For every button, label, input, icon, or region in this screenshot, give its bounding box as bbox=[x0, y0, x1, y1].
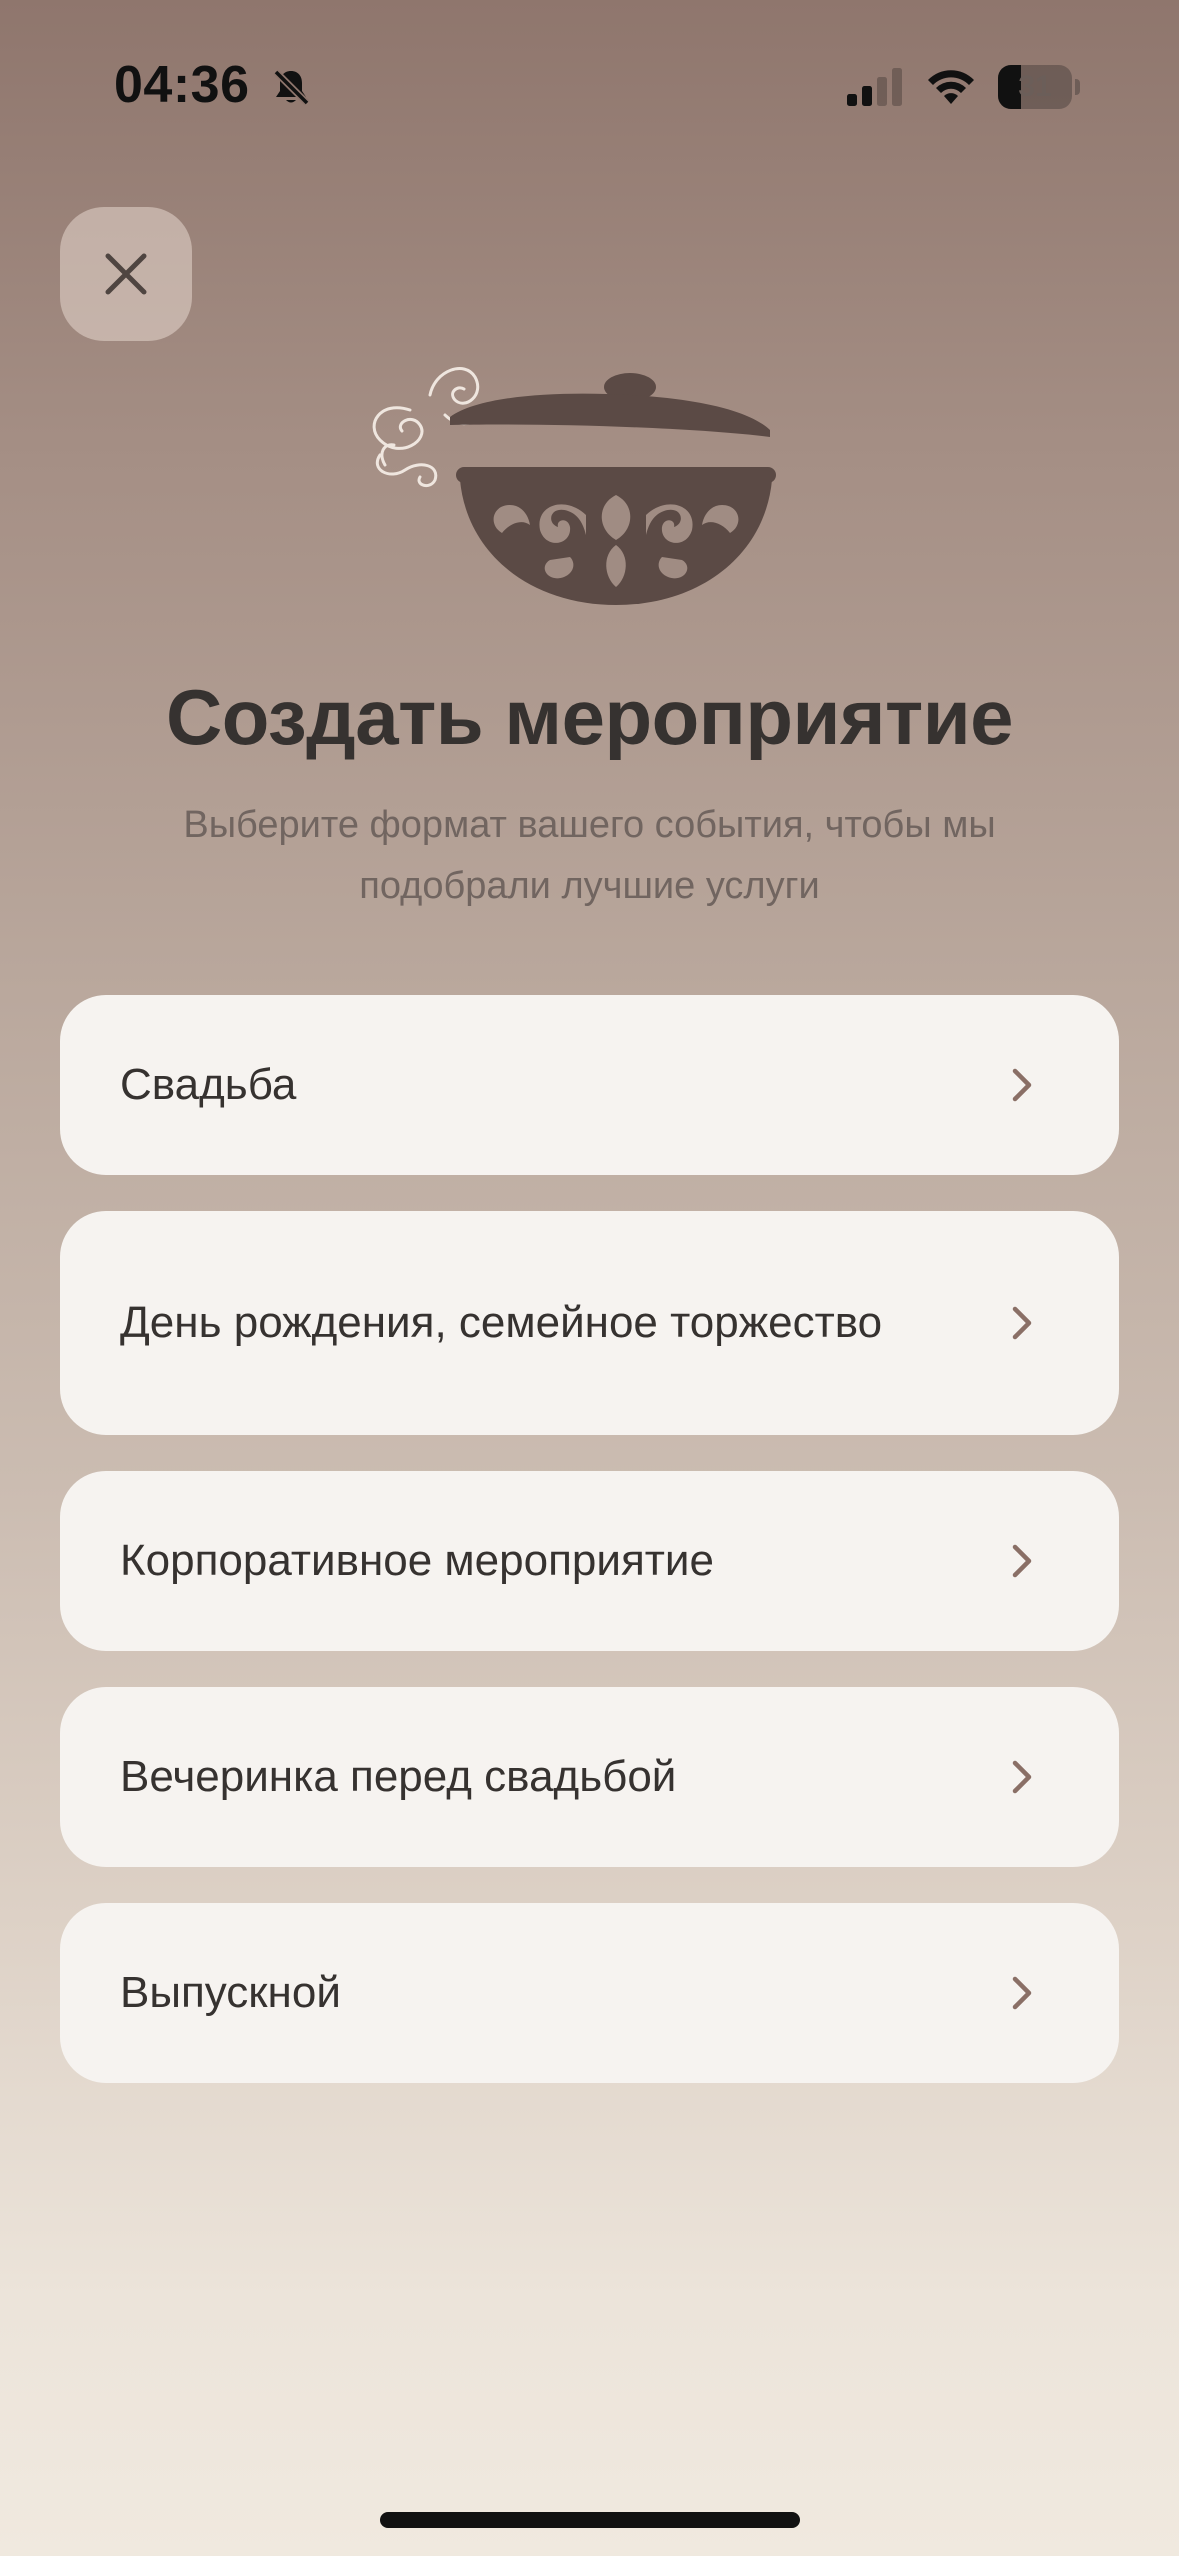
option-label: Свадьба bbox=[120, 1060, 297, 1109]
page-subtitle: Выберите формат вашего события, чтобы мы… bbox=[183, 804, 996, 907]
chevron-right-icon bbox=[1012, 1544, 1032, 1578]
option-bachelor-party[interactable]: Вечеринка перед свадьбой bbox=[60, 1687, 1119, 1867]
battery-tip bbox=[1075, 79, 1080, 95]
chevron-right-icon bbox=[1012, 1306, 1032, 1340]
chevron-right-icon bbox=[1012, 1760, 1032, 1794]
battery-icon: 31 bbox=[998, 65, 1082, 109]
cooking-pot-illustration bbox=[372, 367, 776, 605]
wifi-icon bbox=[928, 70, 974, 104]
battery-body: 31 bbox=[998, 65, 1072, 109]
event-type-list: Свадьба День рождения, семейное торжеств… bbox=[60, 995, 1119, 2083]
home-indicator[interactable] bbox=[380, 2512, 800, 2528]
option-wedding[interactable]: Свадьба bbox=[60, 995, 1119, 1175]
option-birthday[interactable]: День рождения, семейное торжество bbox=[60, 1211, 1119, 1435]
chevron-right-icon bbox=[1012, 1976, 1032, 2010]
status-time: 04:36 bbox=[114, 56, 250, 114]
close-icon bbox=[105, 253, 147, 295]
chevron-right-icon bbox=[1012, 1068, 1032, 1102]
status-bar: 04:36 31 bbox=[0, 0, 1179, 150]
option-label: Выпускной bbox=[120, 1968, 341, 2017]
close-button[interactable] bbox=[60, 207, 192, 341]
cellular-signal-icon bbox=[847, 68, 902, 106]
page-title: Создать мероприятие bbox=[165, 673, 1014, 761]
option-label: День рождения, семейное торжество bbox=[120, 1298, 883, 1347]
option-label: Вечеринка перед свадьбой bbox=[120, 1752, 677, 1801]
option-graduation[interactable]: Выпускной bbox=[60, 1903, 1119, 2083]
option-corporate[interactable]: Корпоративное мероприятие bbox=[60, 1471, 1119, 1651]
battery-level: 31 bbox=[1018, 70, 1052, 103]
option-label: Корпоративное мероприятие bbox=[120, 1536, 714, 1585]
bell-slash-icon bbox=[273, 69, 310, 106]
